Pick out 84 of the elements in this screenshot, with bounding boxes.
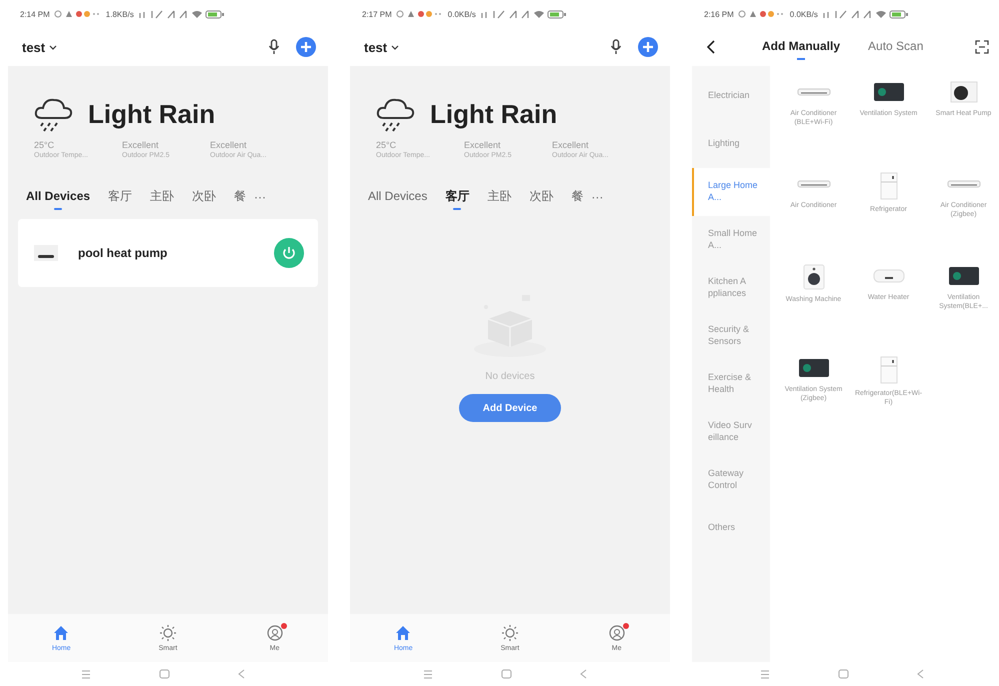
status-time: 2:16 PM [704, 10, 734, 18]
home-selector[interactable]: test [364, 40, 400, 54]
room-tab[interactable]: All Devices [26, 183, 90, 212]
ventilation-panel-icon [948, 264, 980, 288]
back-icon[interactable] [916, 669, 924, 679]
home-icon [395, 624, 412, 640]
back-icon[interactable] [580, 669, 587, 679]
sun-icon [502, 624, 518, 640]
add-device-button[interactable]: Add Device [458, 394, 562, 422]
add-mode-tab[interactable]: Auto Scan [868, 32, 924, 62]
menu-icon[interactable] [423, 670, 433, 678]
category-item[interactable]: Exercise & Health [692, 360, 770, 408]
home-icon[interactable] [838, 669, 848, 679]
caret-icon [391, 44, 400, 50]
status-time: 2:17 PM [362, 10, 392, 18]
profile-icon [266, 624, 283, 640]
heat-pump-unit-icon [950, 80, 978, 104]
category-item[interactable]: Video Surv eillance [692, 408, 770, 456]
category-item[interactable]: Large Home A... [692, 168, 770, 216]
device-name: pool heat pump [78, 246, 168, 260]
notification-icons-drawing [738, 10, 784, 18]
stat-value: Excellent [122, 140, 160, 150]
notification-icons-drawing [396, 10, 442, 18]
microphone-icon[interactable] [610, 39, 622, 55]
category-item[interactable]: Lighting [692, 120, 770, 168]
stat-value: 25°C [376, 140, 398, 150]
room-tab[interactable]: 主卧 [150, 183, 174, 212]
back-button[interactable] [706, 40, 716, 54]
home-icon[interactable] [159, 669, 170, 679]
power-button[interactable] [274, 238, 304, 268]
stat-value: Excellent [210, 140, 248, 150]
category-item[interactable]: Security & Sensors [692, 312, 770, 360]
room-tab[interactable]: 主卧 [487, 183, 512, 212]
add-button[interactable] [296, 37, 316, 57]
add-button[interactable] [638, 37, 658, 57]
room-tab[interactable]: 次卧 [529, 183, 554, 212]
more-tabs-button[interactable]: ··· [254, 190, 266, 204]
air-conditioner-icon [796, 180, 830, 188]
caret-icon [49, 44, 58, 50]
room-tab[interactable]: 餐 [234, 183, 246, 212]
stat-value: Excellent [464, 140, 502, 150]
air-conditioner-icon [946, 180, 980, 188]
menu-icon[interactable] [760, 670, 770, 678]
sun-icon [160, 624, 176, 640]
device-card[interactable]: pool heat pump [18, 219, 318, 288]
weather-condition: Light Rain [88, 98, 216, 130]
rain-cloud-icon [34, 96, 74, 132]
washing-machine-icon [802, 264, 824, 290]
microphone-icon[interactable] [268, 39, 280, 55]
room-tab[interactable]: 次卧 [192, 183, 216, 212]
ventilation-panel-icon [798, 356, 830, 380]
category-item[interactable]: Others [692, 504, 770, 552]
category-item[interactable]: Electrician [692, 72, 770, 120]
network-speed: 0.0KB/s [448, 10, 476, 18]
home-selector[interactable]: test [22, 40, 58, 54]
add-mode-tab[interactable]: Add Manually [762, 32, 840, 62]
refrigerator-icon [878, 356, 898, 384]
ventilation-panel-icon [872, 80, 904, 104]
rain-cloud-icon [376, 96, 416, 132]
room-tab[interactable]: 客厅 [108, 183, 132, 212]
home-icon[interactable] [501, 669, 512, 679]
refrigerator-icon [878, 172, 898, 200]
network-speed: 1.8KB/s [106, 10, 134, 18]
profile-icon [608, 624, 625, 640]
network-speed: 0.0KB/s [790, 10, 818, 18]
room-tab[interactable]: 餐 [571, 183, 584, 212]
room-tab[interactable]: 客厅 [445, 183, 470, 212]
empty-message: No devices [485, 371, 535, 382]
weather-condition: Light Rain [430, 98, 558, 130]
home-icon [53, 624, 70, 640]
more-tabs-button[interactable]: ··· [591, 190, 604, 204]
menu-icon[interactable] [81, 670, 91, 678]
scan-icon[interactable] [975, 40, 989, 54]
stat-value: 25°C [34, 140, 56, 150]
category-item[interactable]: Kitchen A ppliances [692, 264, 770, 312]
status-time: 2:14 PM [20, 10, 50, 18]
notification-icons-drawing [54, 10, 100, 18]
category-item[interactable]: Gateway Control [692, 456, 770, 504]
room-tab[interactable]: All Devices [368, 183, 428, 212]
stat-value: Excellent [552, 140, 590, 150]
air-conditioner-icon [796, 88, 830, 96]
back-icon[interactable] [238, 669, 245, 679]
category-item[interactable]: Small Home A... [692, 216, 770, 264]
heat-pump-icon [34, 245, 58, 262]
